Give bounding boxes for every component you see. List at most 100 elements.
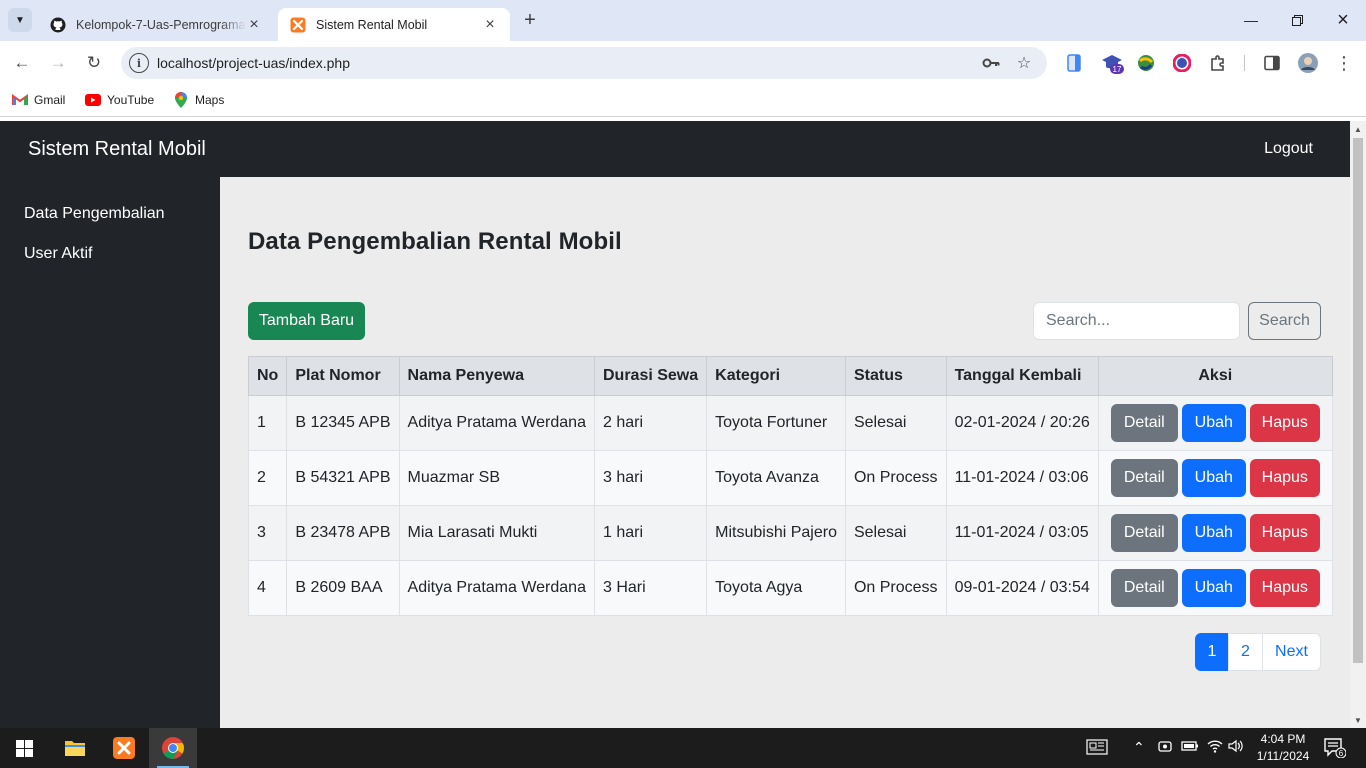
menu-icon[interactable]: ⋮ (1332, 51, 1356, 75)
detail-button[interactable]: Detail (1110, 459, 1178, 497)
cell-nama-penyewa: Aditya Pratama Werdana (398, 395, 595, 451)
cell-status: On Process (844, 450, 947, 506)
column-header: Kategori (706, 356, 846, 396)
page-link-2[interactable]: 2 (1228, 633, 1263, 671)
news-icon[interactable] (1086, 739, 1108, 758)
reload-button[interactable]: ↻ (82, 51, 106, 75)
detail-button[interactable]: Detail (1110, 569, 1178, 607)
close-icon[interactable]: × (246, 16, 262, 34)
reading-icon[interactable] (1062, 51, 1086, 75)
table-row: 3 B 23478 APB Mia Larasati Mukti 1 hari … (247, 505, 1333, 561)
forward-button[interactable]: → (46, 51, 70, 75)
scroll-down-icon[interactable]: ▼ (1350, 712, 1366, 728)
system-clock[interactable]: 4:04 PM 1/11/2024 (1248, 731, 1318, 765)
search-button[interactable]: Search (1248, 302, 1321, 340)
globe-extension-icon[interactable] (1134, 51, 1158, 75)
edit-button[interactable]: Ubah (1181, 459, 1246, 497)
sidebar-item-user-aktif[interactable]: User Aktif (24, 245, 92, 263)
brand-title[interactable]: Sistem Rental Mobil (28, 138, 206, 161)
cell-aksi: Detail Ubah Hapus (1097, 450, 1333, 506)
delete-button[interactable]: Hapus (1249, 514, 1320, 552)
page-viewport: Sistem Rental Mobil Logout Data Pengemba… (0, 121, 1366, 728)
cell-plat-nomor: B 23478 APB (286, 505, 400, 561)
scroll-up-icon[interactable]: ▲ (1350, 121, 1366, 137)
table-row: 4 B 2609 BAA Aditya Pratama Werdana 3 Ha… (247, 560, 1333, 616)
minimize-button[interactable]: — (1228, 0, 1274, 40)
scroll-thumb[interactable] (1353, 138, 1363, 663)
delete-button[interactable]: Hapus (1249, 569, 1320, 607)
tab-title: Sistem Rental Mobil (316, 17, 428, 32)
cell-tanggal-kembali: 11-01-2024 / 03:06 (945, 450, 1099, 506)
chevron-up-icon[interactable]: ⌃ (1133, 739, 1145, 756)
star-icon[interactable]: ☆ (1014, 53, 1034, 73)
address-bar[interactable]: i localhost/project-uas/index.php ☆ (121, 47, 1047, 79)
bookmark-maps[interactable]: Maps (173, 92, 224, 108)
cell-no: 1 (247, 395, 288, 451)
detail-button[interactable]: Detail (1110, 514, 1178, 552)
url-text[interactable]: localhost/project-uas/index.php (157, 55, 350, 71)
detail-button[interactable]: Detail (1110, 404, 1178, 442)
cell-no: 2 (247, 450, 288, 506)
main-content: Data Pengembalian Rental Mobil Tambah Ba… (220, 177, 1350, 728)
site-info-icon[interactable]: i (129, 53, 149, 73)
edit-button[interactable]: Ubah (1181, 514, 1246, 552)
key-icon[interactable] (981, 53, 1001, 73)
chrome-icon[interactable] (149, 728, 197, 768)
close-window-button[interactable]: × (1320, 0, 1366, 40)
cell-nama-penyewa: Aditya Pratama Werdana (398, 560, 595, 616)
youtube-icon (85, 92, 101, 108)
tab-title: Kelompok-7-Uas-Pemrograman (76, 17, 246, 32)
edit-button[interactable]: Ubah (1181, 569, 1246, 607)
sidebar-item-data-pengembalian[interactable]: Data Pengembalian (24, 205, 165, 223)
battery-icon[interactable] (1181, 739, 1199, 755)
extensions-icon[interactable] (1206, 51, 1230, 75)
toolbar-divider (1244, 55, 1245, 71)
graduation-cap-icon[interactable]: 17 (1100, 51, 1124, 75)
tab-search-button[interactable]: ▼ (8, 8, 32, 32)
notifications-icon[interactable]: 6 (1324, 738, 1347, 761)
cell-kategori: Toyota Agya (706, 560, 846, 616)
column-header: Tanggal Kembali (945, 356, 1099, 396)
color-picker-icon[interactable] (1170, 51, 1194, 75)
cell-aksi: Detail Ubah Hapus (1097, 505, 1333, 561)
page-scrollbar[interactable]: ▲ ▼ (1350, 121, 1366, 728)
column-header: Aksi (1097, 356, 1333, 396)
top-navbar: Sistem Rental Mobil Logout (0, 121, 1350, 177)
bookmark-gmail[interactable]: Gmail (12, 92, 65, 108)
maps-icon (173, 92, 189, 108)
search-input[interactable] (1033, 302, 1240, 340)
restore-button[interactable] (1274, 0, 1320, 40)
page-link-1[interactable]: 1 (1195, 633, 1229, 671)
gmail-icon (12, 92, 28, 108)
meet-now-icon[interactable] (1158, 739, 1172, 758)
edit-button[interactable]: Ubah (1181, 404, 1246, 442)
windows-start-icon[interactable] (0, 728, 48, 768)
bookmark-label: Maps (195, 93, 225, 107)
cell-nama-penyewa: Mia Larasati Mukti (398, 505, 595, 561)
cell-durasi-sewa: 3 hari (593, 450, 708, 506)
back-button[interactable]: ← (10, 51, 34, 75)
xampp-icon[interactable] (100, 728, 148, 768)
column-header: Plat Nomor (286, 356, 400, 396)
tab-github[interactable]: Kelompok-7-Uas-Pemrograman × (38, 8, 274, 41)
side-panel-icon[interactable] (1260, 51, 1284, 75)
clock-date: 1/11/2024 (1256, 749, 1310, 763)
logout-link[interactable]: Logout (1264, 140, 1313, 158)
file-explorer-icon[interactable] (51, 728, 99, 768)
new-tab-button[interactable]: + (518, 8, 542, 32)
profile-avatar[interactable] (1296, 51, 1320, 75)
column-header: Durasi Sewa (593, 356, 708, 396)
table-row: 2 B 54321 APB Muazmar SB 3 hari Toyota A… (247, 450, 1333, 506)
delete-button[interactable]: Hapus (1249, 459, 1320, 497)
volume-icon[interactable] (1228, 739, 1244, 756)
bookmark-youtube[interactable]: YouTube (85, 92, 154, 108)
tab-sistem-rental[interactable]: Sistem Rental Mobil × (278, 8, 510, 41)
delete-button[interactable]: Hapus (1249, 404, 1320, 442)
next-page-link[interactable]: Next (1262, 633, 1321, 671)
add-new-button[interactable]: Tambah Baru (248, 302, 365, 340)
column-header: Nama Penyewa (398, 356, 595, 396)
close-icon[interactable]: × (482, 16, 498, 34)
browser-tab-bar: ▼ Kelompok-7-Uas-Pemrograman × Sistem Re… (0, 0, 1366, 41)
column-header: Status (844, 356, 947, 396)
wifi-icon[interactable] (1207, 739, 1223, 756)
